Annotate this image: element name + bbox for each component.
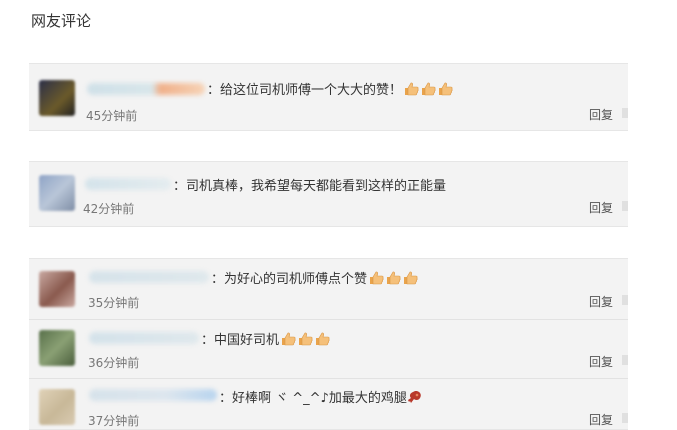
thumbs-up-icon: [279, 332, 330, 348]
comment-time: 45分钟前: [86, 109, 138, 123]
divider: [622, 108, 628, 118]
chicken-leg-icon: [407, 390, 421, 403]
section-title: 网友评论: [31, 12, 92, 30]
divider: [622, 355, 628, 365]
avatar[interactable]: [39, 330, 75, 366]
comment-body: ：好棒啊 ヾ ^_^♪加最大的鸡腿: [219, 391, 407, 406]
comment-item: ：为好心的司机师傅点个赞 35分钟前 回复: [29, 259, 628, 319]
thumbs-up-icon: [367, 271, 418, 287]
comment-item: ：给这位司机师傅一个大大的赞！ 45分钟前 回复: [29, 64, 628, 130]
comment-body: ：司机真棒，我希望每天都能看到这样的正能量: [173, 179, 447, 194]
thumbs-up-icon: [402, 82, 453, 98]
comment-item: ：中国好司机 36分钟前 回复: [29, 319, 628, 379]
comment-time: 42分钟前: [83, 202, 135, 216]
username[interactable]: [89, 332, 199, 344]
comment-text: ：司机真棒，我希望每天都能看到这样的正能量: [173, 175, 446, 194]
reply-button[interactable]: 回复: [589, 411, 613, 428]
reply-button[interactable]: 回复: [589, 353, 613, 370]
username[interactable]: [89, 389, 217, 401]
comment-text: ：给这位司机师傅一个大大的赞！: [207, 79, 453, 98]
comment-item: ：好棒啊 ヾ ^_^♪加最大的鸡腿 37分钟前 回复: [29, 378, 628, 430]
comment-item: ：司机真棒，我希望每天都能看到这样的正能量 42分钟前 回复: [29, 162, 628, 226]
comment-body: ：给这位司机师傅一个大大的赞！: [207, 83, 403, 98]
username[interactable]: [87, 83, 205, 95]
divider: [622, 413, 628, 423]
reply-button[interactable]: 回复: [589, 293, 613, 310]
comment-card: ：司机真棒，我希望每天都能看到这样的正能量 42分钟前 回复: [29, 161, 628, 227]
comment-text: ：中国好司机: [201, 329, 330, 348]
avatar[interactable]: [39, 175, 75, 211]
comment-body: ：为好心的司机师傅点个赞: [211, 272, 368, 287]
comment-body: ：中国好司机: [201, 333, 280, 348]
divider: [622, 295, 628, 305]
avatar[interactable]: [39, 80, 75, 116]
comment-time: 35分钟前: [88, 296, 140, 310]
avatar[interactable]: [39, 271, 75, 307]
comment-text: ：好棒啊 ヾ ^_^♪加最大的鸡腿: [219, 387, 424, 406]
reply-button[interactable]: 回复: [589, 199, 613, 216]
comment-time: 37分钟前: [88, 414, 140, 428]
comment-time: 36分钟前: [88, 356, 140, 370]
divider: [622, 201, 628, 211]
comment-card: ：为好心的司机师傅点个赞 35分钟前 回复 ：中国好司机 36分钟前 回复 ：好…: [29, 258, 628, 430]
avatar[interactable]: [39, 389, 75, 425]
comment-text: ：为好心的司机师傅点个赞: [211, 268, 418, 287]
reply-button[interactable]: 回复: [589, 106, 613, 123]
username[interactable]: [89, 271, 209, 283]
comment-card: ：给这位司机师傅一个大大的赞！ 45分钟前 回复: [29, 63, 628, 131]
username[interactable]: [85, 178, 171, 190]
